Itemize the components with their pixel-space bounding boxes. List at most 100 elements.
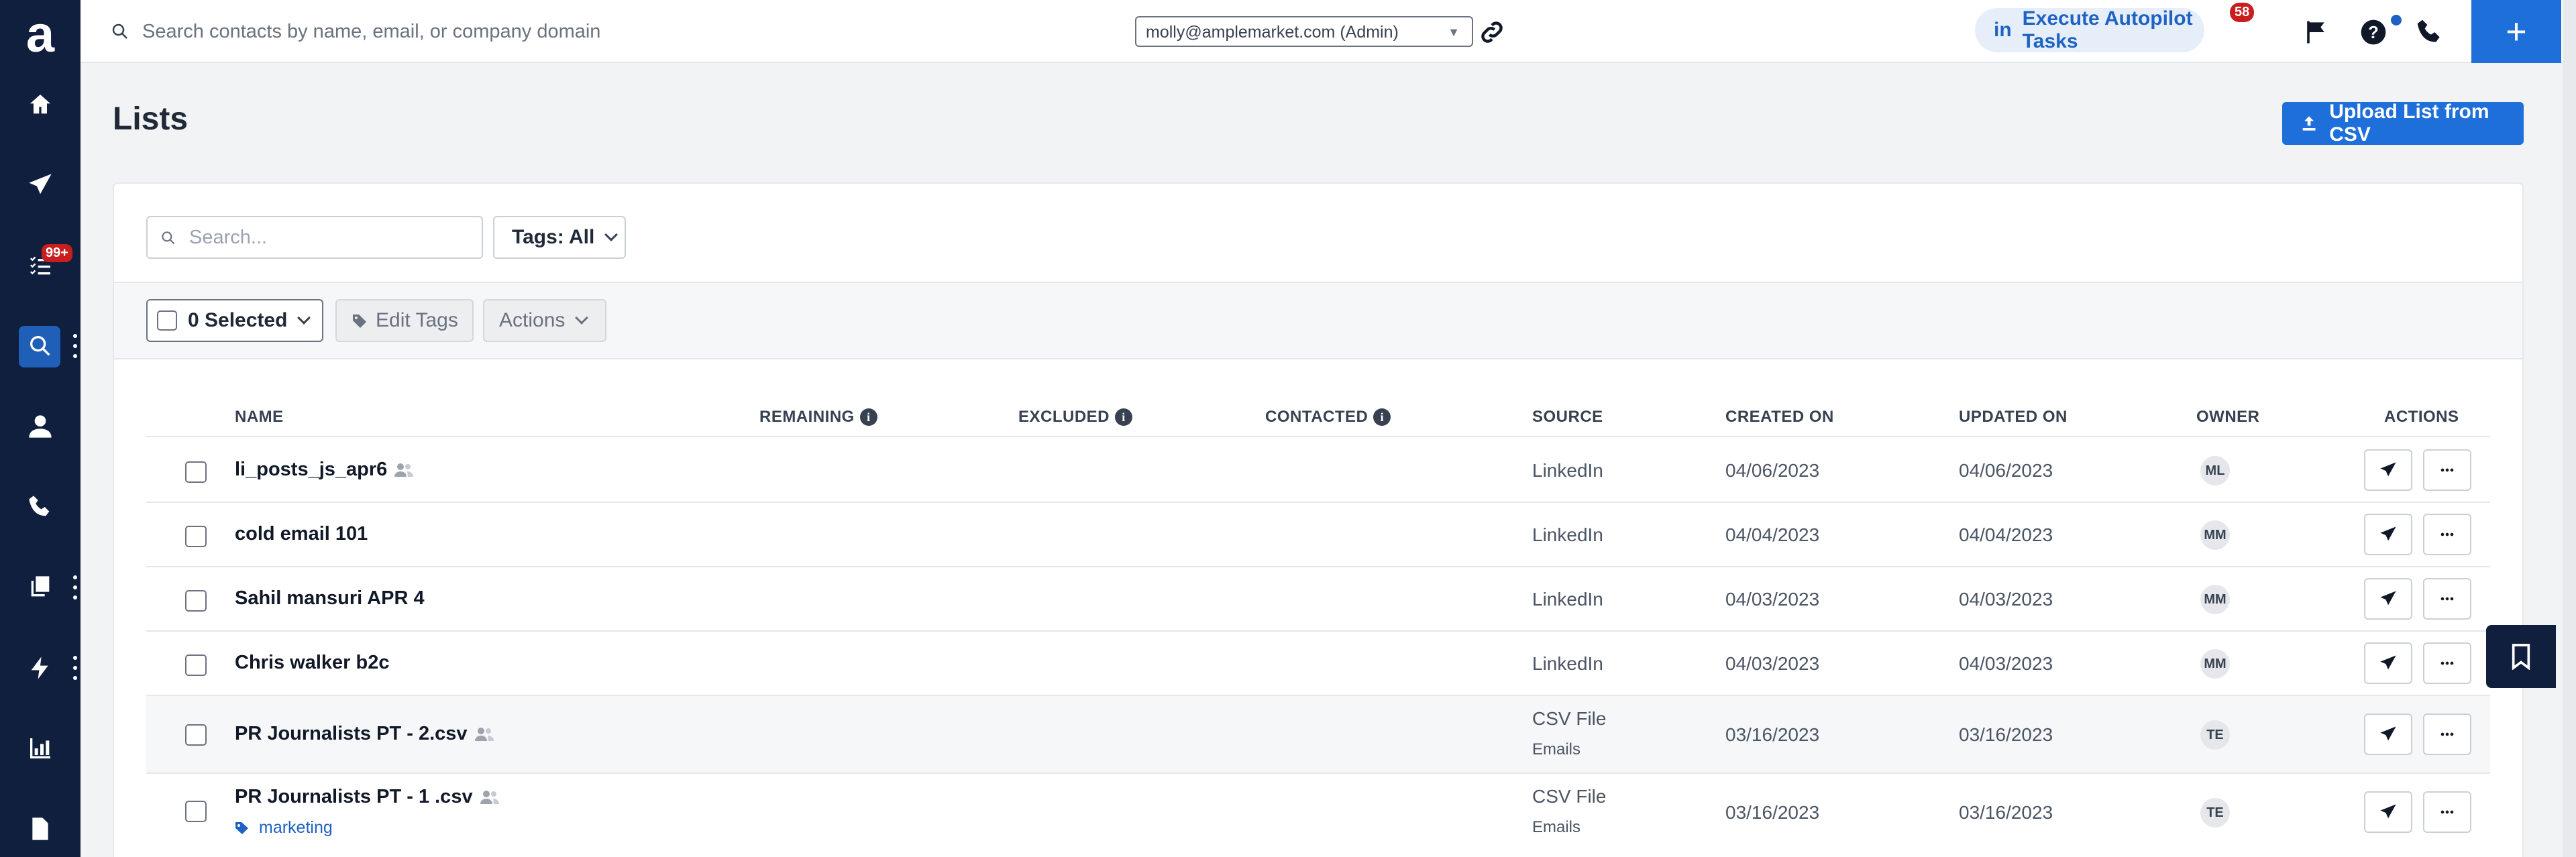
- send-icon: [2380, 591, 2396, 606]
- send-sequence-button[interactable]: [2364, 449, 2412, 491]
- list-name-link[interactable]: Chris walker b2c: [235, 652, 390, 674]
- row-checkbox[interactable]: [185, 461, 207, 483]
- chevron-down-icon: [604, 228, 619, 241]
- page-title: Lists: [113, 101, 189, 137]
- sidebar-item-documents[interactable]: [0, 802, 80, 856]
- more-dots-icon[interactable]: [72, 656, 78, 680]
- updated-date: 04/03/2023: [1959, 589, 2053, 610]
- owner-avatar: MM: [2200, 649, 2230, 679]
- header-source[interactable]: SOURCE: [1532, 408, 1603, 426]
- info-icon[interactable]: i: [1373, 408, 1391, 426]
- phone-icon[interactable]: [2415, 17, 2445, 47]
- lightning-icon: [31, 656, 48, 679]
- source-cell: LinkedIn: [1532, 589, 1603, 610]
- select-dropdown[interactable]: 0 Selected: [146, 299, 323, 342]
- table-row[interactable]: Sahil mansuri APR 4 LinkedIn 04/03/2023 …: [146, 567, 2490, 632]
- sidebar-item-calls[interactable]: [0, 480, 80, 534]
- send-icon: [2380, 526, 2396, 541]
- app-logo[interactable]: a: [17, 9, 63, 60]
- header-actions: ACTIONS: [2384, 408, 2459, 426]
- list-search-box[interactable]: [146, 216, 483, 259]
- edit-tags-label: Edit Tags: [376, 309, 458, 331]
- send-sequence-button[interactable]: [2364, 791, 2412, 833]
- tags-filter-dropdown[interactable]: Tags: All: [493, 216, 626, 259]
- help-icon[interactable]: ?: [2359, 17, 2388, 47]
- upload-csv-button[interactable]: Upload List from CSV: [2282, 101, 2524, 146]
- execute-autopilot-button[interactable]: in Execute Autopilot Tasks: [1975, 7, 2204, 52]
- table-row[interactable]: PR Journalists PT - 1 .csv marketing CSV…: [146, 774, 2490, 857]
- header-contacted[interactable]: CONTACTED i: [1265, 408, 1391, 426]
- source-cell: LinkedIn: [1532, 460, 1603, 481]
- sidebar-item-autopilot[interactable]: [0, 641, 80, 695]
- flag-icon[interactable]: [2301, 17, 2330, 47]
- person-icon: [29, 415, 52, 438]
- actions-dropdown[interactable]: Actions: [483, 299, 606, 342]
- source-cell: CSV File: [1532, 786, 1607, 807]
- send-sequence-button[interactable]: [2364, 578, 2412, 620]
- shared-users-icon: [394, 463, 414, 477]
- list-name-link[interactable]: cold email 101: [235, 523, 368, 545]
- more-options-button[interactable]: [2423, 642, 2471, 684]
- list-tag[interactable]: marketing: [235, 818, 333, 838]
- page-scrollbar[interactable]: [2563, 0, 2576, 857]
- send-sequence-button[interactable]: [2364, 713, 2412, 755]
- list-name-link[interactable]: li_posts_js_apr6: [235, 459, 414, 481]
- send-sequence-button[interactable]: [2364, 642, 2412, 684]
- search-icon: [112, 23, 127, 39]
- sidebar-item-templates[interactable]: [0, 561, 80, 614]
- tag-icon: [353, 315, 366, 328]
- autopilot-label: Execute Autopilot Tasks: [2022, 7, 2193, 52]
- bulk-toolbar: 0 Selected Edit Tags Actions: [114, 282, 2522, 359]
- sidebar-item-sequences[interactable]: [0, 158, 80, 212]
- row-checkbox[interactable]: [185, 526, 207, 547]
- table-row[interactable]: PR Journalists PT - 2.csv CSV File Email…: [146, 696, 2490, 774]
- owner-avatar: MM: [2200, 585, 2230, 614]
- more-options-button[interactable]: [2423, 713, 2471, 755]
- table-row[interactable]: cold email 101 LinkedIn 04/04/2023 04/04…: [146, 503, 2490, 567]
- global-search-input[interactable]: [142, 16, 746, 47]
- edit-tags-button[interactable]: Edit Tags: [335, 299, 474, 342]
- list-search-input[interactable]: [189, 224, 471, 251]
- send-icon: [2380, 655, 2396, 670]
- list-name-link[interactable]: PR Journalists PT - 2.csv: [235, 723, 494, 745]
- row-checkbox[interactable]: [185, 654, 207, 676]
- row-checkbox[interactable]: [185, 590, 207, 612]
- header-remaining[interactable]: REMAINING i: [759, 408, 877, 426]
- created-date: 04/03/2023: [1725, 653, 1820, 674]
- header-excluded[interactable]: EXCLUDED i: [1018, 408, 1133, 426]
- row-checkbox[interactable]: [185, 724, 207, 746]
- info-icon[interactable]: i: [859, 408, 877, 426]
- plus-icon: +: [2506, 11, 2527, 52]
- more-options-button[interactable]: [2423, 791, 2471, 833]
- row-checkbox[interactable]: [185, 801, 207, 822]
- sidebar-item-contacts[interactable]: [0, 400, 80, 453]
- more-dots-icon[interactable]: [72, 575, 78, 599]
- more-options-button[interactable]: [2423, 578, 2471, 620]
- header-owner[interactable]: OWNER: [2196, 408, 2260, 426]
- sidebar-item-search[interactable]: [0, 319, 80, 373]
- create-new-button[interactable]: +: [2471, 0, 2561, 63]
- header-created-on[interactable]: CREATED ON: [1725, 408, 1834, 426]
- list-name-link[interactable]: Sahil mansuri APR 4: [235, 587, 425, 610]
- source-cell: LinkedIn: [1532, 653, 1603, 674]
- table-row[interactable]: Chris walker b2c LinkedIn 04/03/2023 04/…: [146, 632, 2490, 696]
- sidebar-item-home[interactable]: [0, 78, 80, 131]
- link-icon[interactable]: [1477, 17, 1507, 47]
- tags-filter-label: Tags: All: [512, 226, 595, 248]
- more-dots-icon[interactable]: [72, 334, 78, 358]
- more-options-button[interactable]: [2423, 514, 2471, 555]
- bookmark-panel-button[interactable]: [2486, 625, 2556, 688]
- header-name[interactable]: NAME: [235, 408, 284, 426]
- sidebar-item-tasks[interactable]: 99+: [0, 239, 80, 292]
- account-select[interactable]: molly@amplemarket.com (Admin) ▼: [1135, 16, 1473, 47]
- more-options-button[interactable]: [2423, 449, 2471, 491]
- svg-text:?: ?: [2368, 23, 2379, 42]
- sidebar-item-analytics[interactable]: [0, 722, 80, 775]
- send-sequence-button[interactable]: [2364, 514, 2412, 555]
- header-updated-on[interactable]: UPDATED ON: [1959, 408, 2068, 426]
- sidebar: a 99+: [0, 0, 80, 857]
- table-row[interactable]: li_posts_js_apr6 LinkedIn 04/06/2023 04/…: [146, 439, 2490, 503]
- select-all-checkbox[interactable]: [157, 310, 177, 331]
- list-name-link[interactable]: PR Journalists PT - 1 .csv: [235, 786, 500, 808]
- info-icon[interactable]: i: [1115, 408, 1133, 426]
